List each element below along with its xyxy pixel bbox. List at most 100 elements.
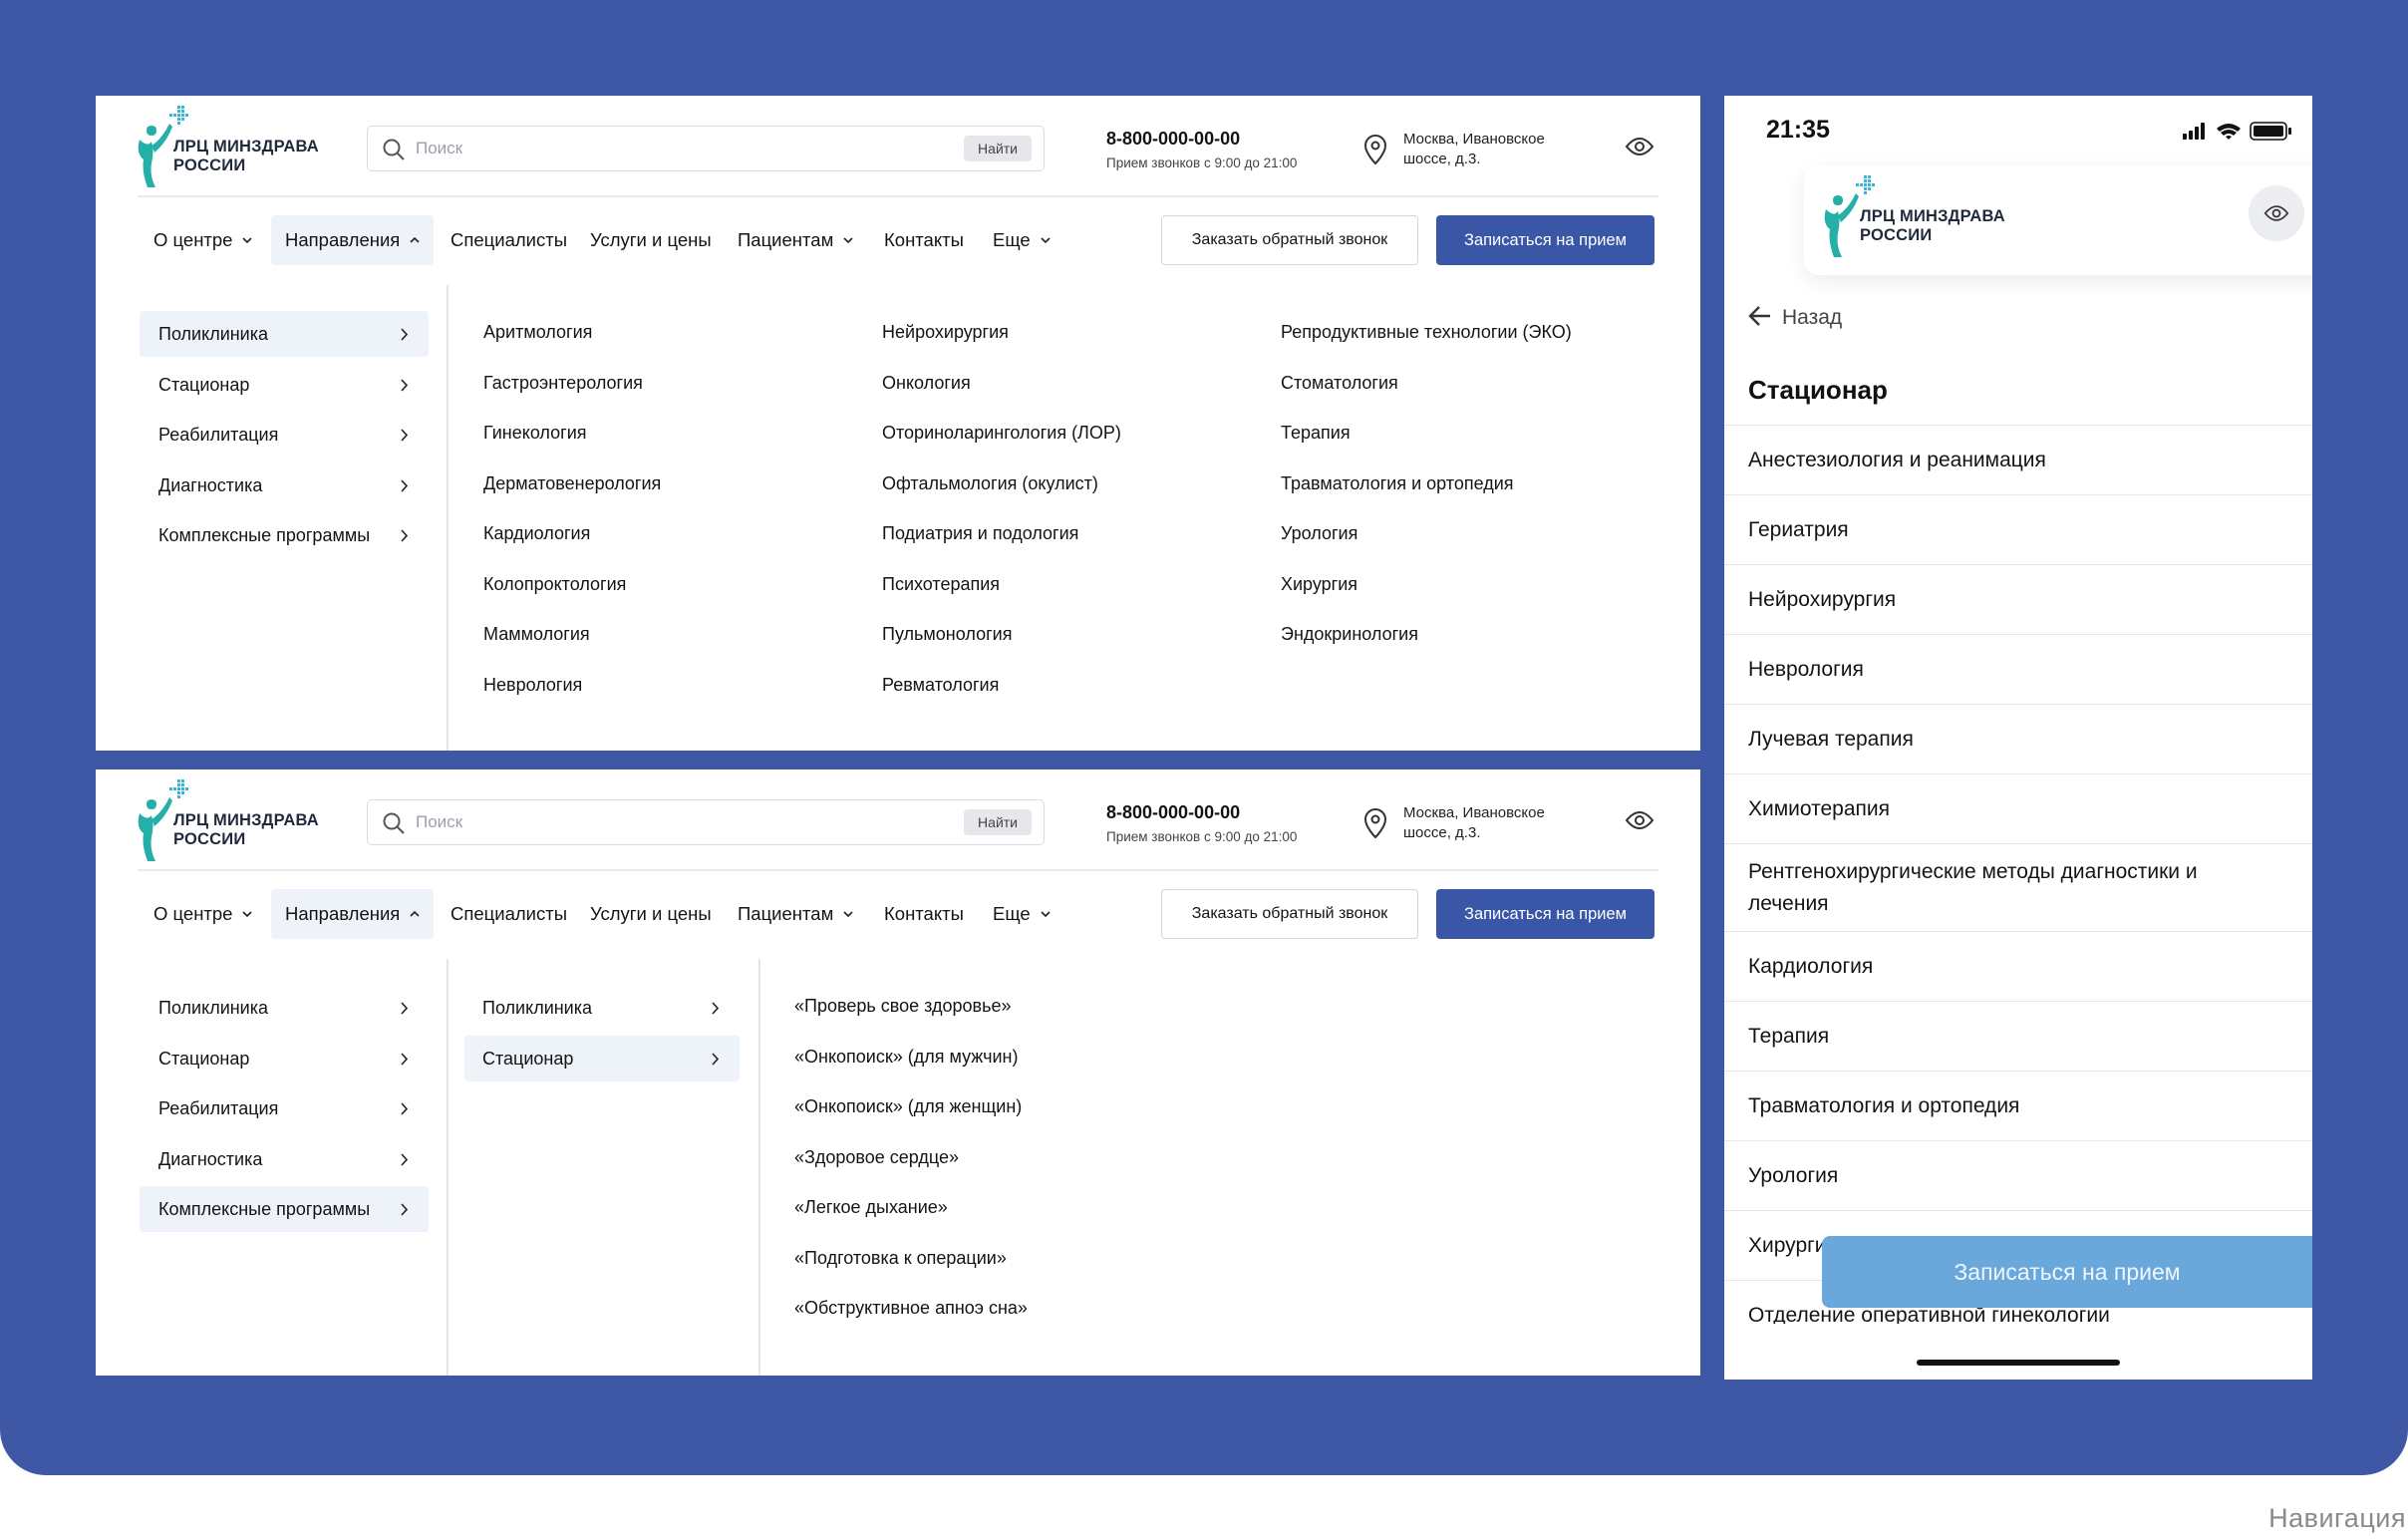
direction-link[interactable]: Офтальмология (окулист) (882, 459, 1121, 509)
sidebar-item-rehabilitation[interactable]: Реабилитация (140, 1085, 429, 1131)
sidebar-item-polyclinic[interactable]: Поликлиника (140, 985, 429, 1031)
direction-link[interactable]: Стоматология (1281, 358, 1572, 409)
direction-link[interactable]: Маммология (483, 609, 661, 660)
program-link[interactable]: «Здоровое сердце» (794, 1132, 1028, 1183)
nav-contacts[interactable]: Контакты (884, 889, 964, 939)
sidebar-item-hospital[interactable]: Стационар (140, 362, 429, 408)
list-item[interactable]: Химиотерапия (1724, 773, 2312, 843)
nav-patients[interactable]: Пациентам (738, 215, 853, 265)
accessibility-eye-icon[interactable] (1625, 809, 1655, 831)
direction-link[interactable]: Психотерапия (882, 559, 1121, 610)
list-item[interactable]: Нейрохирургия (1724, 564, 2312, 634)
direction-link[interactable]: Аритмология (483, 307, 661, 358)
list-item[interactable]: Анестезиология и реанимация (1724, 425, 2312, 494)
nav-directions[interactable]: Направления (271, 215, 435, 265)
list-item[interactable]: Урология (1724, 1140, 2312, 1210)
search-button[interactable]: Найти (964, 136, 1032, 161)
program-link[interactable]: «Подготовка к операции» (794, 1233, 1028, 1284)
accessibility-button[interactable] (2249, 185, 2304, 241)
phone-number[interactable]: 8-800-000-00-00 (1106, 129, 1240, 150)
nav-patients[interactable]: Пациентам (738, 889, 853, 939)
phone-hours: Прием звонков с 9:00 до 21:00 (1106, 155, 1298, 170)
divider (138, 195, 1658, 197)
direction-link[interactable]: Пульмонология (882, 609, 1121, 660)
nav-about[interactable]: О центре (153, 889, 253, 939)
back-button[interactable]: Назад (1748, 305, 1842, 330)
logo[interactable]: ЛРЦ МИНЗДРАВА РОССИИ (1824, 175, 2005, 257)
search-field[interactable]: Поиск Найти (367, 799, 1045, 845)
mobile-appointment-button[interactable]: Записаться на прием (1822, 1236, 2312, 1308)
direction-link[interactable]: Эндокринология (1281, 609, 1572, 660)
direction-link[interactable]: Гинекология (483, 408, 661, 459)
nav-services[interactable]: Услуги и цены (590, 889, 712, 939)
sidebar-item-hospital[interactable]: Стационар (140, 1036, 429, 1081)
direction-link[interactable]: Дерматовенерология (483, 459, 661, 509)
nav-directions[interactable]: Направления (271, 889, 435, 939)
home-indicator (1917, 1360, 2120, 1366)
search-placeholder[interactable]: Поиск (416, 139, 462, 158)
chevron-right-icon (712, 1052, 720, 1066)
nav-about[interactable]: О центре (153, 215, 253, 265)
programs-list: «Проверь свое здоровье» «Онкопоиск» (для… (794, 981, 1028, 1334)
chevron-right-icon (401, 1102, 409, 1115)
list-item[interactable]: Гериатрия (1724, 494, 2312, 564)
caption: Навигация (2268, 1503, 2406, 1533)
list-item[interactable]: Рентгенохирургические методы диагностики… (1724, 843, 2312, 931)
program-link[interactable]: «Легкое дыхание» (794, 1182, 1028, 1233)
callback-button[interactable]: Заказать обратный звонок (1161, 215, 1418, 265)
callback-button[interactable]: Заказать обратный звонок (1161, 889, 1418, 939)
nav-services[interactable]: Услуги и цены (590, 215, 712, 265)
direction-link[interactable]: Урология (1281, 508, 1572, 559)
direction-link[interactable]: Оториноларингология (ЛОР) (882, 408, 1121, 459)
chevron-down-icon (1041, 237, 1051, 244)
direction-link[interactable]: Подиатрия и подология (882, 508, 1121, 559)
direction-link[interactable]: Репродуктивные технологии (ЭКО) (1281, 307, 1572, 358)
search-button[interactable]: Найти (964, 809, 1032, 835)
sidebar-item-programs[interactable]: Комплексные программы (140, 512, 429, 558)
direction-link[interactable]: Травматология и ортопедия (1281, 459, 1572, 509)
nav-specialists[interactable]: Специалисты (451, 889, 567, 939)
direction-link[interactable]: Колопроктология (483, 559, 661, 610)
submenu-item-hospital[interactable]: Стационар (464, 1035, 740, 1081)
program-link[interactable]: «Онкопоиск» (для мужчин) (794, 1032, 1028, 1082)
sidebar-item-rehabilitation[interactable]: Реабилитация (140, 412, 429, 458)
logo[interactable]: ЛРЦ МИНЗДРАВА РОССИИ (138, 106, 319, 187)
sidebar-item-diagnostics[interactable]: Диагностика (140, 462, 429, 508)
appointment-button[interactable]: Записаться на прием (1436, 215, 1655, 265)
appointment-button[interactable]: Записаться на прием (1436, 889, 1655, 939)
search-placeholder[interactable]: Поиск (416, 812, 462, 832)
nav-more[interactable]: Еще (993, 889, 1051, 939)
address: Москва, Ивановское шоссе, д.3. (1403, 131, 1545, 167)
accessibility-eye-icon[interactable] (1625, 136, 1655, 157)
direction-link[interactable]: Неврология (483, 660, 661, 711)
direction-link[interactable]: Гастроэнтерология (483, 358, 661, 409)
nav-specialists[interactable]: Специалисты (451, 215, 567, 265)
logo[interactable]: ЛРЦ МИНЗДРАВА РОССИИ (138, 779, 319, 861)
phone-number[interactable]: 8-800-000-00-00 (1106, 802, 1240, 823)
directions-column-2: Нейрохирургия Онкология Оториноларинголо… (882, 307, 1121, 710)
list-item[interactable]: Лучевая терапия (1724, 704, 2312, 773)
sidebar-item-polyclinic[interactable]: Поликлиника (140, 311, 429, 357)
direction-link[interactable]: Ревматология (882, 660, 1121, 711)
program-link[interactable]: «Проверь свое здоровье» (794, 981, 1028, 1032)
direction-link[interactable]: Онкология (882, 358, 1121, 409)
direction-link[interactable]: Кардиология (483, 508, 661, 559)
program-link[interactable]: «Обструктивное апноэ сна» (794, 1283, 1028, 1334)
nav-contacts[interactable]: Контакты (884, 215, 964, 265)
program-link[interactable]: «Онкопоиск» (для женщин) (794, 1081, 1028, 1132)
list-item[interactable]: Терапия (1724, 1001, 2312, 1071)
list-item[interactable]: Неврология (1724, 634, 2312, 704)
header: ЛРЦ МИНЗДРАВА РОССИИ Поиск Найти 8-800-00… (96, 770, 1700, 869)
search-field[interactable]: Поиск Найти (367, 126, 1045, 171)
category-sidebar: Поликлиника Стационар Реабилитация Диагн… (140, 311, 429, 563)
chevron-right-icon (401, 529, 409, 542)
direction-link[interactable]: Терапия (1281, 408, 1572, 459)
direction-link[interactable]: Нейрохирургия (882, 307, 1121, 358)
sidebar-item-programs[interactable]: Комплексные программы (140, 1186, 429, 1232)
sidebar-item-diagnostics[interactable]: Диагностика (140, 1136, 429, 1182)
direction-link[interactable]: Хирургия (1281, 559, 1572, 610)
list-item[interactable]: Кардиология (1724, 931, 2312, 1001)
nav-more[interactable]: Еще (993, 215, 1051, 265)
submenu-item-polyclinic[interactable]: Поликлиника (464, 985, 740, 1031)
list-item[interactable]: Травматология и ортопедия (1724, 1071, 2312, 1140)
